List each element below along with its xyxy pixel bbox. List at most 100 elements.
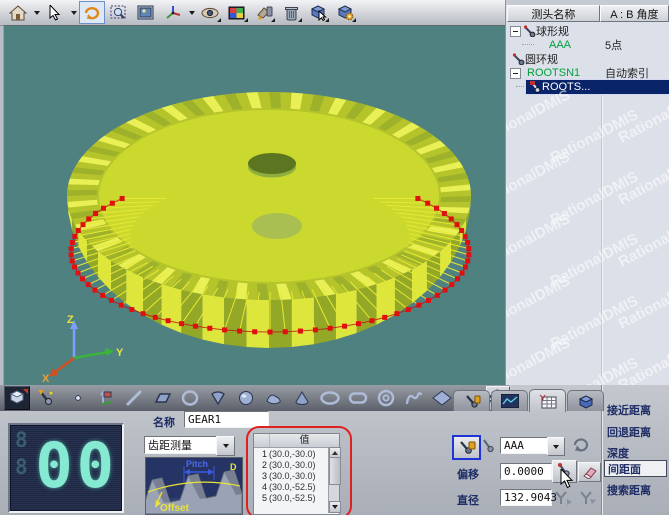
feature-ellipse-button[interactable]	[318, 388, 342, 408]
row-number: 5	[254, 493, 269, 503]
column-header-probe-name[interactable]: 测头名称	[507, 5, 600, 22]
probe-hammer-button[interactable]	[452, 435, 481, 460]
pitch-diagram: Pitch D Offset	[145, 457, 243, 515]
value-list-scrollbar[interactable]	[328, 447, 339, 513]
feature-arc-button[interactable]	[206, 388, 230, 408]
value-column-header[interactable]: 值	[270, 434, 339, 447]
value-list-header: 值	[254, 434, 339, 448]
tree-row-ring-gauge[interactable]: 圆环规	[508, 52, 668, 66]
diameter-input[interactable]: 132.9043	[500, 489, 552, 506]
select-dropdown[interactable]	[69, 2, 78, 23]
view-eye-button[interactable]	[197, 1, 223, 24]
delete-button[interactable]	[278, 1, 304, 24]
tree-label: 球形规	[536, 23, 569, 39]
feature-line-button[interactable]	[122, 388, 146, 408]
mode-select-value[interactable]: 齿距测量	[144, 436, 220, 454]
probe-star-icon-2[interactable]	[577, 490, 597, 506]
sphere-icon	[236, 389, 256, 407]
feature-circle-button[interactable]	[178, 388, 202, 408]
mode-select-arrow[interactable]	[216, 436, 235, 456]
fit-view-icon	[137, 5, 155, 21]
feature-torus-button[interactable]	[374, 388, 398, 408]
diameter-label: 直径	[457, 492, 479, 508]
tree-row-rootsn1[interactable]: ROOTSN1 自动索引	[508, 66, 668, 80]
tree-label: 圆环规	[525, 51, 558, 67]
scroll-down-button[interactable]	[329, 501, 341, 513]
tree-value: 5点	[605, 37, 622, 53]
feature-cone-button[interactable]	[290, 388, 314, 408]
feature-patch-button[interactable]	[430, 388, 454, 408]
name-input[interactable]: GEAR1	[184, 411, 269, 428]
feature-sphere-button[interactable]	[234, 388, 258, 408]
feature-toolbar	[0, 385, 509, 411]
feature-slot-button[interactable]	[346, 388, 370, 408]
collapse-icon[interactable]	[510, 68, 521, 79]
tree-label: ROOTSN1	[527, 67, 580, 79]
viewport-3d[interactable]: Z Y X	[3, 25, 506, 386]
counter-digits: 00	[35, 427, 118, 505]
tree-row-aaa[interactable]: AAA 5点	[508, 38, 668, 52]
axes-button[interactable]	[160, 1, 186, 24]
spacing-face-button[interactable]: 间距面	[604, 460, 667, 477]
home-dropdown[interactable]	[32, 2, 41, 23]
value-row[interactable]: 5(30.0,-52.5)	[254, 492, 339, 503]
probe-mode-button[interactable]	[34, 388, 58, 408]
probe-small-icon[interactable]	[481, 438, 496, 454]
tab-graph[interactable]	[491, 390, 528, 411]
rotate-view-button[interactable]	[79, 1, 105, 24]
table-tab-icon	[539, 394, 557, 409]
point-icon	[68, 389, 88, 407]
tree-row-sphere-gauge[interactable]: 球形规	[508, 24, 668, 38]
home-button[interactable]	[5, 1, 31, 24]
axis-label-y: Y	[116, 347, 124, 359]
axes-dropdown[interactable]	[187, 2, 196, 23]
feature-surface-button[interactable]	[262, 388, 286, 408]
surface-icon	[263, 389, 285, 407]
fit-view-button[interactable]	[133, 1, 159, 24]
value-row[interactable]: 1(30.0,-30.0)	[254, 448, 339, 459]
solid-select-button[interactable]	[305, 1, 331, 24]
feature-curve-button[interactable]	[402, 388, 426, 408]
panel-column-divider	[601, 95, 603, 378]
zoom-window-button[interactable]	[106, 1, 132, 24]
color-palette-button[interactable]	[224, 1, 250, 24]
scroll-thumb[interactable]	[329, 457, 341, 485]
view-mode-button[interactable]	[4, 386, 30, 410]
probe-pick-button[interactable]	[552, 460, 577, 483]
row-number: 2	[254, 460, 269, 470]
render-tools-button[interactable]	[251, 1, 277, 24]
feature-point-button[interactable]	[66, 388, 90, 408]
probe-star-icon-1[interactable]	[553, 490, 573, 506]
tab-table-active[interactable]	[529, 389, 566, 412]
watermark-area: RationalDMISRationalDMISRationalDMISRati…	[506, 90, 669, 385]
probe-tree-header: 测头名称 A : B 角度	[507, 5, 669, 22]
feature-plane-button[interactable]	[150, 388, 174, 408]
arc-icon	[208, 389, 228, 407]
value-row[interactable]: 2(30.0,-30.0)	[254, 459, 339, 470]
tab-solid[interactable]	[567, 390, 604, 411]
tree-row-roots-selected[interactable]: ROOTS... 30.0 : -180...	[508, 80, 668, 94]
approach-distance-label: 接近距离	[607, 402, 651, 418]
solid-settings-button[interactable]	[332, 1, 358, 24]
value-list: 值 1(30.0,-30.0) 2(30.0,-30.0) 3(30.0,-30…	[253, 433, 340, 515]
value-row[interactable]: 4(30.0,-52.5)	[254, 481, 339, 492]
watermark-text: RationalDMIS	[506, 334, 573, 385]
feature-axis-button[interactable]	[94, 388, 118, 408]
value-row[interactable]: 3(30.0,-30.0)	[254, 470, 339, 481]
graph-tab-icon	[501, 394, 519, 408]
tree-label: AAA	[549, 39, 571, 51]
probe-select-value[interactable]: AAA	[500, 437, 551, 454]
offset-input[interactable]: 0.0000	[500, 463, 552, 480]
tab-probe[interactable]	[453, 390, 490, 411]
offset-label: 偏移	[457, 466, 479, 482]
select-button[interactable]	[42, 1, 68, 24]
watermark-text: RationalDMIS	[548, 230, 641, 290]
probe-tab-icon	[463, 394, 481, 409]
probe-select-arrow[interactable]	[547, 437, 565, 456]
probe-icon	[523, 25, 536, 37]
torus-icon	[376, 389, 396, 407]
collapse-icon[interactable]	[510, 26, 521, 37]
column-header-ab-angle[interactable]: A : B 角度	[600, 5, 669, 22]
rotate-probe-button[interactable]	[570, 435, 592, 454]
erase-button[interactable]	[578, 462, 601, 482]
